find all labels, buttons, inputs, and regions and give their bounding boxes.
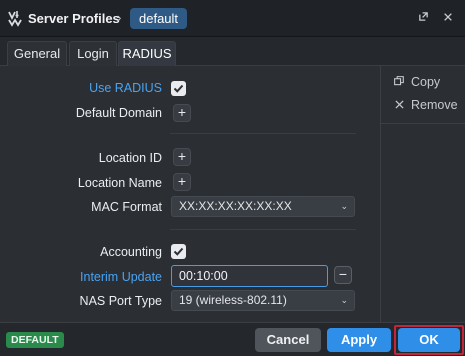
location-name-add-button[interactable]: + — [173, 173, 191, 191]
default-domain-add-button[interactable]: + — [173, 104, 191, 122]
app-logo-icon — [8, 11, 22, 27]
cancel-button[interactable]: Cancel — [255, 328, 321, 352]
accounting-label: Accounting — [100, 245, 162, 259]
dialog-footer: DEFAULT Cancel Apply OK — [0, 322, 465, 356]
interim-update-label: Interim Update — [80, 270, 162, 284]
interim-update-input[interactable]: 00:10:00 — [171, 265, 328, 287]
radius-form: Use RADIUS Default Domain + Location ID … — [0, 66, 380, 322]
mac-format-value: XX:XX:XX:XX:XX:XX — [179, 199, 292, 213]
tab-general[interactable]: General — [7, 41, 67, 66]
nas-port-type-label: NAS Port Type — [79, 294, 162, 308]
accounting-checkbox[interactable] — [171, 244, 186, 259]
location-name-label: Location Name — [77, 176, 162, 190]
divider — [170, 133, 356, 134]
nas-port-type-select[interactable]: 19 (wireless-802.11) ⌄ — [171, 290, 355, 311]
tab-radius[interactable]: RADIUS — [118, 41, 176, 66]
ok-button[interactable]: OK — [398, 328, 460, 352]
window-title: Server Profiles — [28, 11, 120, 26]
popout-icon[interactable] — [416, 11, 430, 25]
breadcrumb-separator: › — [117, 10, 122, 25]
use-radius-label: Use RADIUS — [89, 81, 162, 95]
default-domain-label: Default Domain — [75, 106, 162, 120]
remove-icon — [393, 100, 405, 112]
interim-update-remove-button[interactable]: − — [334, 266, 352, 284]
copy-icon — [393, 76, 405, 89]
tab-login[interactable]: Login — [69, 41, 117, 66]
use-radius-checkbox[interactable] — [171, 81, 186, 96]
remove-action[interactable]: Remove — [393, 98, 458, 114]
divider — [170, 229, 356, 230]
default-badge: DEFAULT — [6, 332, 64, 348]
location-id-add-button[interactable]: + — [173, 148, 191, 166]
chevron-down-icon: ⌄ — [340, 201, 348, 211]
breadcrumb-current[interactable]: default — [130, 8, 188, 29]
mac-format-select[interactable]: XX:XX:XX:XX:XX:XX ⌄ — [171, 196, 355, 217]
chevron-down-icon: ⌄ — [340, 295, 348, 305]
tab-bar: General Login RADIUS — [0, 37, 465, 66]
location-id-label: Location ID — [98, 151, 162, 165]
side-actions-panel: Copy Remove — [380, 66, 465, 322]
title-bar: Server Profiles › default — [0, 0, 465, 37]
mac-format-label: MAC Format — [91, 200, 162, 214]
copy-label: Copy — [411, 75, 441, 89]
apply-button[interactable]: Apply — [327, 328, 391, 352]
side-divider — [381, 123, 465, 124]
remove-label: Remove — [411, 98, 458, 112]
nas-port-type-value: 19 (wireless-802.11) — [179, 293, 287, 307]
close-icon[interactable] — [441, 11, 455, 25]
copy-action[interactable]: Copy — [393, 75, 440, 91]
